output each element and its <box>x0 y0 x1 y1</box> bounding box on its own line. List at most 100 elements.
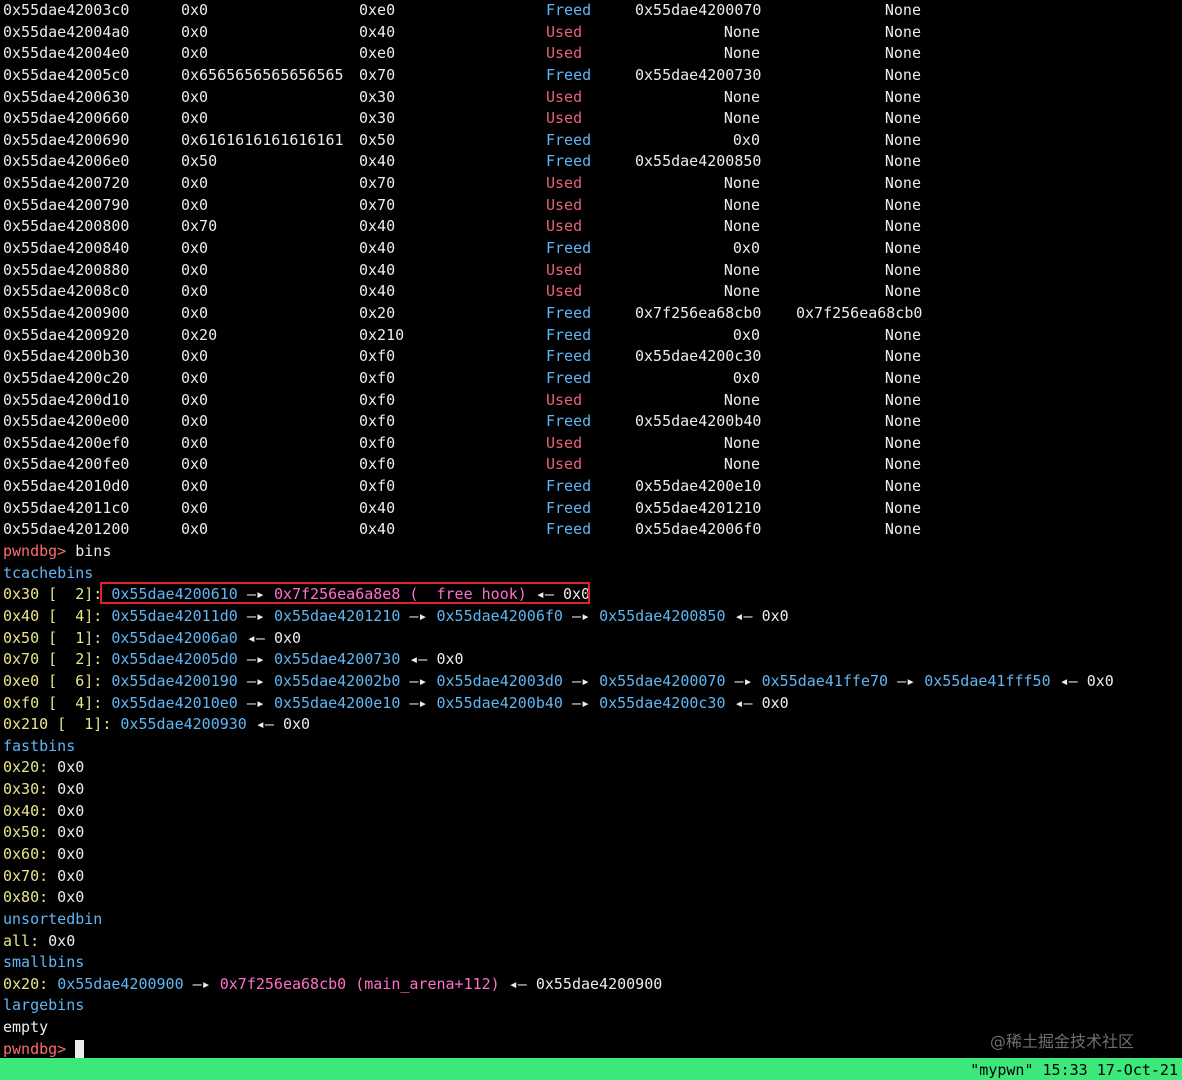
heap-row: 0x55dae42008c0 0x0 0x40 Used None None <box>3 281 1182 303</box>
chunk-pointer: 0x55dae41ffe70 <box>761 671 889 690</box>
heap-row: 0x55dae4200800 0x70 0x40 Used None None <box>3 216 1182 238</box>
fastbin-size-label: 0x40: <box>3 801 49 820</box>
chunk-pointer: 0x55dae4200e10 <box>273 693 401 712</box>
chunk-status: Freed <box>546 130 592 149</box>
unsortedbin-label: all: <box>3 931 40 950</box>
chunk-prev-size: 0x0 <box>181 433 209 452</box>
heap-chunk-table: 0x55dae42003c0 0x0 0xe0 Freed 0x55dae4200070… <box>3 0 1182 541</box>
chunk-address: 0x55dae4200ef0 <box>3 433 130 452</box>
chunk-address: 0x55dae42004e0 <box>3 44 130 63</box>
chunk-pointer: 0x55dae41fff50 <box>924 671 1051 690</box>
chunk-fd: None <box>723 433 760 452</box>
chunk-fd: None <box>723 195 760 214</box>
chunk-fd: None <box>723 282 760 301</box>
chunk-address: 0x55dae4200e00 <box>3 412 130 431</box>
chunk-pointer: 0x55dae4200070 <box>599 671 726 690</box>
chunk-address: 0x55dae4200790 <box>3 195 130 214</box>
chunk-pointer: 0x55dae4201210 <box>273 606 401 625</box>
heap-row: 0x55dae4200880 0x0 0x40 Used None None <box>3 260 1182 282</box>
heap-row: 0x55dae4200790 0x0 0x70 Used None None <box>3 195 1182 217</box>
heap-row: 0x55dae4200660 0x0 0x30 Used None None <box>3 108 1182 130</box>
chunk-bk: None <box>884 260 921 279</box>
chunk-fd: 0x55dae42006f0 <box>635 520 762 539</box>
chunk-fd: None <box>723 174 760 193</box>
chain-arrow: —▸ <box>888 671 925 690</box>
heap-row: 0x55dae4200720 0x0 0x70 Used None None <box>3 173 1182 195</box>
chunk-size: 0x40 <box>359 152 396 171</box>
chunk-size: 0x40 <box>359 260 396 279</box>
chunk-bk: None <box>884 1 921 19</box>
chunk-bk: None <box>884 152 921 171</box>
chunk-prev-size: 0x6565656565656565 <box>181 65 344 84</box>
heap-row: 0x55dae4200630 0x0 0x30 Used None None <box>3 87 1182 109</box>
chunk-address: 0x55dae42006e0 <box>3 152 130 171</box>
chunk-bk: None <box>884 87 921 106</box>
chunk-fd: None <box>723 44 760 63</box>
tcache-size-label: 0xe0 [ 6]: <box>3 671 103 690</box>
chain-end: 0x0 <box>761 693 789 712</box>
terminal-cursor[interactable] <box>75 1039 85 1059</box>
heap-row: 0x55dae4200d10 0x0 0xf0 Used None None <box>3 390 1182 412</box>
chain-end: 0x0 <box>761 606 789 625</box>
chunk-fd: 0x55dae4200b40 <box>635 412 762 431</box>
status-bar-text: "mypwn" 15:33 17-Oct-21 <box>970 1061 1178 1079</box>
chunk-pointer: 0x55dae4200850 <box>599 606 726 625</box>
chunk-address: 0x55dae4201200 <box>3 520 130 539</box>
chunk-size: 0xf0 <box>359 390 396 409</box>
heap-row: 0x55dae4200690 0x6161616161616161 0x50 Free… <box>3 130 1182 152</box>
heap-row: 0x55dae4200fe0 0x0 0xf0 Used None None <box>3 454 1182 476</box>
tcache-row: 0x210 [ 1]: 0x55dae4200930 ◂— 0x0 <box>3 714 1182 736</box>
fastbin-value: 0x0 <box>48 823 85 842</box>
chain-arrow: —▸ <box>400 693 437 712</box>
chunk-bk: None <box>884 368 921 387</box>
chunk-prev-size: 0x0 <box>181 498 209 517</box>
chunk-bk: None <box>884 174 921 193</box>
chunk-prev-size: 0x0 <box>181 239 209 258</box>
chunk-fd: 0x7f256ea68cb0 <box>635 303 762 322</box>
fastbin-value: 0x0 <box>48 780 85 799</box>
chunk-bk: None <box>884 195 921 214</box>
chunk-status: Freed <box>546 412 592 431</box>
chain-arrow: —▸ <box>237 606 274 625</box>
chunk-size: 0x50 <box>359 130 396 149</box>
chunk-prev-size: 0x20 <box>181 325 218 344</box>
heap-row: 0x55dae4200840 0x0 0x40 Freed 0x0 None <box>3 238 1182 260</box>
chunk-status: Freed <box>546 152 592 171</box>
watermark: @稀土掘金技术社区 <box>990 1032 1135 1051</box>
chunk-prev-size: 0x0 <box>181 1 209 19</box>
chunk-address: 0x55dae42008c0 <box>3 282 130 301</box>
fastbins-list: 0x20: 0x0 0x30: 0x0 0x40: 0x0 0x50: 0x0 0x60… <box>3 757 1182 908</box>
chunk-bk: None <box>884 520 921 539</box>
chain-back-arrow: ◂— <box>237 628 274 647</box>
chunk-size: 0xf0 <box>359 368 396 387</box>
chunk-status: Used <box>546 390 583 409</box>
heap-row: 0x55dae42003c0 0x0 0xe0 Freed 0x55dae4200070… <box>3 0 1182 22</box>
chunk-fd: 0x55dae4200e10 <box>635 477 762 496</box>
chunk-prev-size: 0x0 <box>181 44 209 63</box>
chunk-address: 0x55dae42003c0 <box>3 1 130 19</box>
chunk-size: 0x40 <box>359 22 396 41</box>
chunk-bk: None <box>884 477 921 496</box>
chunk-address: 0x55dae4200c20 <box>3 368 130 387</box>
chunk-status: Freed <box>546 498 592 517</box>
chunk-status: Freed <box>546 520 592 539</box>
heap-row: 0x55dae4201200 0x0 0x40 Freed 0x55dae42006f0… <box>3 519 1182 541</box>
smallbins-end: 0x55dae4200900 <box>535 974 663 993</box>
chunk-pointer: 0x55dae4200b40 <box>436 693 563 712</box>
fastbin-row: 0x20: 0x0 <box>3 757 1182 779</box>
chunk-bk: None <box>884 347 921 366</box>
chunk-status: Freed <box>546 368 592 387</box>
chunk-address: 0x55dae42005c0 <box>3 65 130 84</box>
unsortedbin-row: all: 0x0 <box>3 931 1182 953</box>
chain-arrow: —▸ <box>237 650 274 669</box>
chunk-pointer: 0x55dae42011d0 <box>111 606 238 625</box>
command-text: bins <box>66 542 112 561</box>
chain-arrow: —▸ <box>237 693 274 712</box>
heap-row: 0x55dae4200920 0x20 0x210 Freed 0x0 None <box>3 325 1182 347</box>
chunk-fd: None <box>723 390 760 409</box>
chunk-status: Freed <box>546 325 592 344</box>
chunk-pointer: 0x55dae4200c30 <box>599 693 726 712</box>
fastbin-row: 0x70: 0x0 <box>3 866 1182 888</box>
chunk-size: 0x30 <box>359 109 396 128</box>
heap-row: 0x55dae4200900 0x0 0x20 Freed 0x7f256ea68cb0… <box>3 303 1182 325</box>
